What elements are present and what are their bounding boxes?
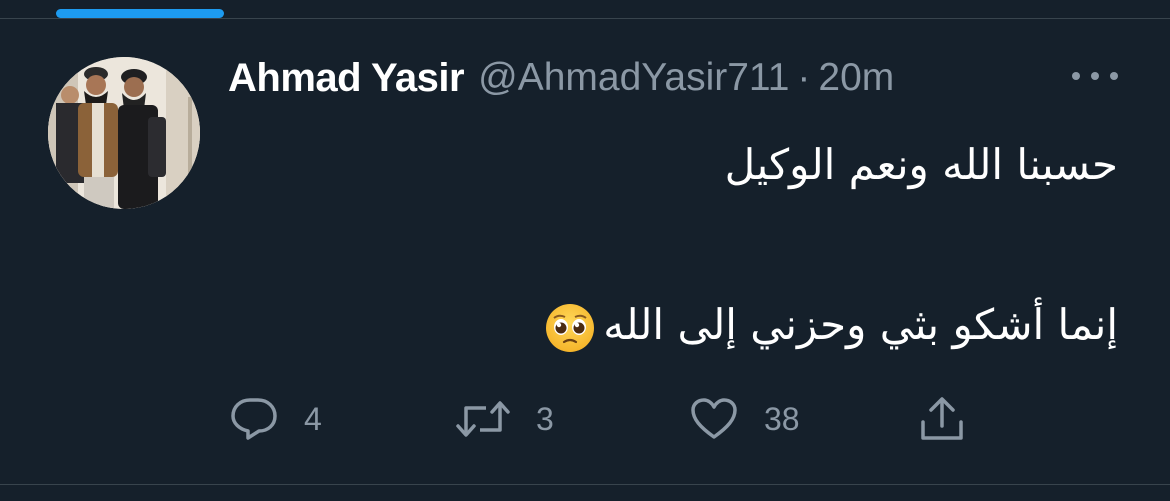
more-options-icon[interactable] [1072,66,1118,86]
heart-icon [691,398,737,439]
tweet-text-line-2: إنما أشكو بثي وحزني إلى الله [238,300,1118,353]
more-dot [1072,72,1080,80]
active-tab-indicator [56,9,224,18]
like-count: 38 [764,400,800,437]
bottom-divider [0,484,1170,485]
user-handle[interactable]: @AhmadYasir711 [478,56,789,100]
reply-count: 4 [304,400,322,437]
tweet-actions: 4 3 38 [0,394,1170,444]
retweet-button[interactable]: 3 [456,394,554,444]
pleading-face-emoji [546,304,595,352]
display-name[interactable]: Ahmad Yasir [228,56,465,101]
tweet-text-line-1: حسبنا الله ونعم الوكيل [724,140,1118,189]
top-divider [0,18,1170,19]
reply-icon [231,398,277,440]
more-dot [1110,72,1118,80]
share-icon [921,397,963,440]
avatar[interactable] [48,57,200,209]
timestamp[interactable]: 20m [818,56,894,100]
tweet-text-line-2-content: إنما أشكو بثي وحزني إلى الله [603,300,1118,349]
more-dot [1091,72,1099,80]
like-button[interactable]: 38 [690,394,800,444]
share-button[interactable] [918,394,966,444]
reply-button[interactable]: 4 [230,394,322,444]
tweet-header: Ahmad Yasir @AhmadYasir711 · 20m [228,54,894,102]
retweet-count: 3 [536,400,554,437]
retweet-icon [456,401,510,437]
separator: · [797,56,811,99]
